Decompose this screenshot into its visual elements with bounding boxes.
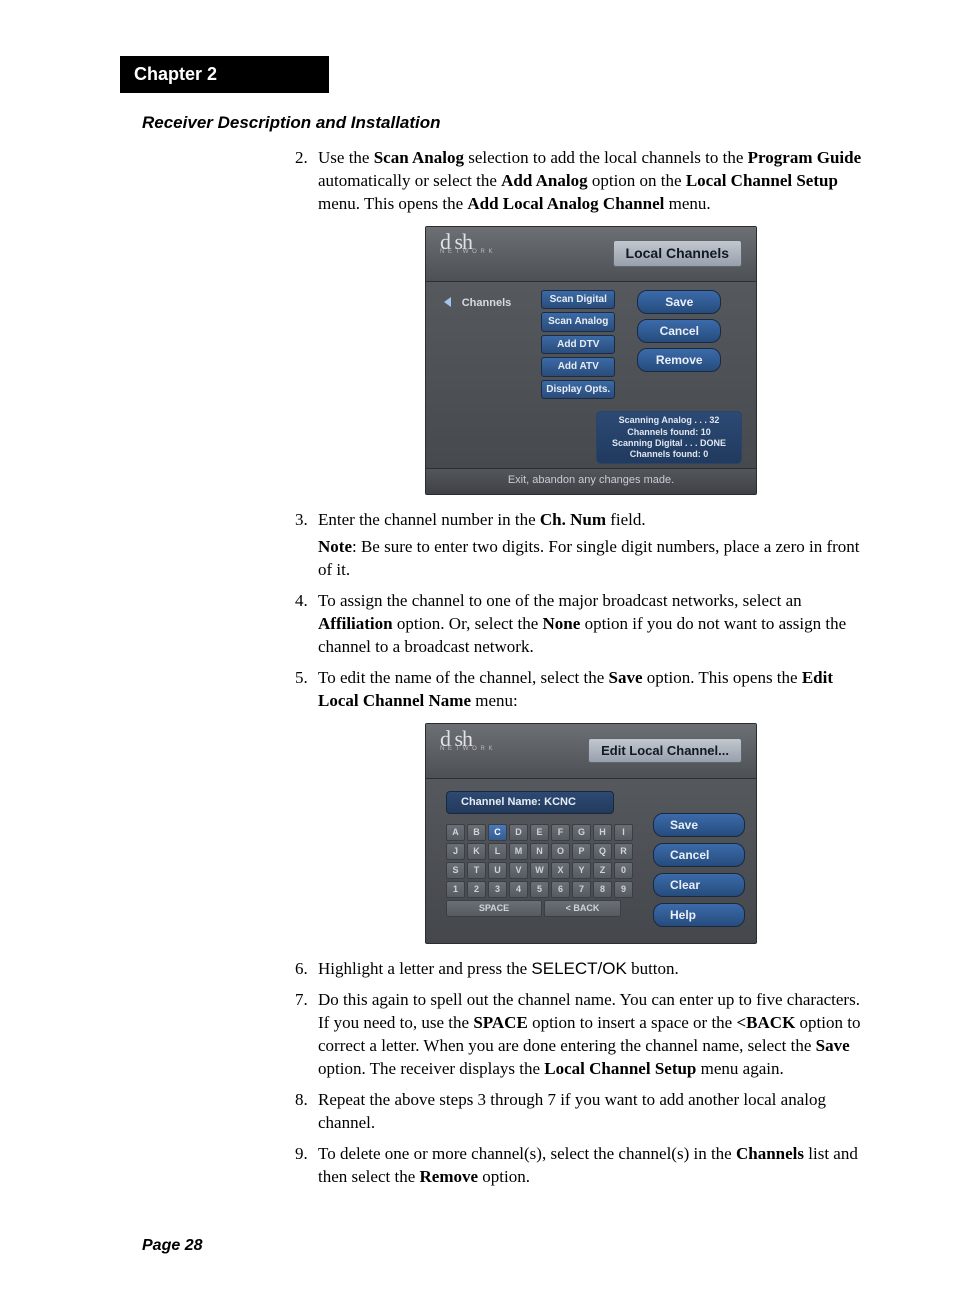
- key-R[interactable]: R: [614, 843, 633, 860]
- save-button[interactable]: Save: [653, 813, 745, 837]
- save-button[interactable]: Save: [637, 290, 721, 314]
- key-8[interactable]: 8: [593, 881, 612, 898]
- key-6[interactable]: 6: [551, 881, 570, 898]
- key-V[interactable]: V: [509, 862, 528, 879]
- key-Y[interactable]: Y: [572, 862, 591, 879]
- key-2[interactable]: 2: [467, 881, 486, 898]
- key-H[interactable]: H: [593, 824, 612, 841]
- fig1-footer: Exit, abandon any changes made.: [426, 468, 756, 494]
- fig-local-channels: d sh N E T W O R K Local Channels Channe…: [425, 226, 757, 495]
- step-4: To assign the channel to one of the majo…: [312, 590, 864, 659]
- key-0[interactable]: 0: [614, 862, 633, 879]
- key-7[interactable]: 7: [572, 881, 591, 898]
- key-L[interactable]: L: [488, 843, 507, 860]
- key-C[interactable]: C: [488, 824, 507, 841]
- key-back[interactable]: < BACK: [544, 900, 621, 917]
- key-O[interactable]: O: [551, 843, 570, 860]
- key-S[interactable]: S: [446, 862, 465, 879]
- scan-status: Scanning Analog . . . 32 Channels found:…: [596, 411, 742, 464]
- key-T[interactable]: T: [467, 862, 486, 879]
- step-9: To delete one or more channel(s), select…: [312, 1143, 864, 1189]
- remove-button[interactable]: Remove: [637, 348, 721, 372]
- section-title: Receiver Description and Installation: [142, 113, 864, 133]
- key-3[interactable]: 3: [488, 881, 507, 898]
- fig1-title: Local Channels: [613, 240, 742, 267]
- step-5: To edit the name of the channel, select …: [312, 667, 864, 945]
- key-F[interactable]: F: [551, 824, 570, 841]
- dish-logo: d sh N E T W O R K: [440, 236, 500, 272]
- step-3: Enter the channel number in the Ch. Num …: [312, 509, 864, 582]
- cancel-button[interactable]: Cancel: [653, 843, 745, 867]
- key-Q[interactable]: Q: [593, 843, 612, 860]
- scan-analog-button[interactable]: Scan Analog: [541, 312, 615, 332]
- add-atv-button[interactable]: Add ATV: [541, 357, 615, 377]
- key-X[interactable]: X: [551, 862, 570, 879]
- step-6: Highlight a letter and press the SELECT/…: [312, 958, 864, 981]
- fig2-title: Edit Local Channel...: [588, 738, 742, 764]
- key-5[interactable]: 5: [530, 881, 549, 898]
- key-W[interactable]: W: [530, 862, 549, 879]
- page-number: Page 28: [142, 1237, 864, 1255]
- add-dtv-button[interactable]: Add DTV: [541, 335, 615, 355]
- key-U[interactable]: U: [488, 862, 507, 879]
- cancel-button[interactable]: Cancel: [637, 319, 721, 343]
- step-7: Do this again to spell out the channel n…: [312, 989, 864, 1081]
- fig-edit-local-channel: d sh N E T W O R K Edit Local Channel...…: [425, 723, 757, 945]
- step-2: Use the Scan Analog selection to add the…: [312, 147, 864, 495]
- key-I[interactable]: I: [614, 824, 633, 841]
- help-button[interactable]: Help: [653, 903, 745, 927]
- key-G[interactable]: G: [572, 824, 591, 841]
- chapter-tag: Chapter 2: [120, 56, 329, 93]
- key-B[interactable]: B: [467, 824, 486, 841]
- step-8: Repeat the above steps 3 through 7 if yo…: [312, 1089, 864, 1135]
- channel-name-box: Channel Name: KCNC: [446, 791, 614, 814]
- key-4[interactable]: 4: [509, 881, 528, 898]
- keypad: A B C D E F G H I: [446, 824, 633, 917]
- dish-logo: d sh N E T W O R K: [440, 733, 500, 769]
- key-J[interactable]: J: [446, 843, 465, 860]
- key-Z[interactable]: Z: [593, 862, 612, 879]
- scan-digital-button[interactable]: Scan Digital: [541, 290, 615, 310]
- key-1[interactable]: 1: [446, 881, 465, 898]
- key-K[interactable]: K: [467, 843, 486, 860]
- key-P[interactable]: P: [572, 843, 591, 860]
- key-M[interactable]: M: [509, 843, 528, 860]
- key-A[interactable]: A: [446, 824, 465, 841]
- channels-label: Channels: [462, 297, 512, 309]
- key-N[interactable]: N: [530, 843, 549, 860]
- clear-button[interactable]: Clear: [653, 873, 745, 897]
- key-9[interactable]: 9: [614, 881, 633, 898]
- display-opts-button[interactable]: Display Opts.: [541, 380, 615, 400]
- left-arrow-icon: [444, 297, 451, 307]
- key-E[interactable]: E: [530, 824, 549, 841]
- key-D[interactable]: D: [509, 824, 528, 841]
- key-space[interactable]: SPACE: [446, 900, 542, 917]
